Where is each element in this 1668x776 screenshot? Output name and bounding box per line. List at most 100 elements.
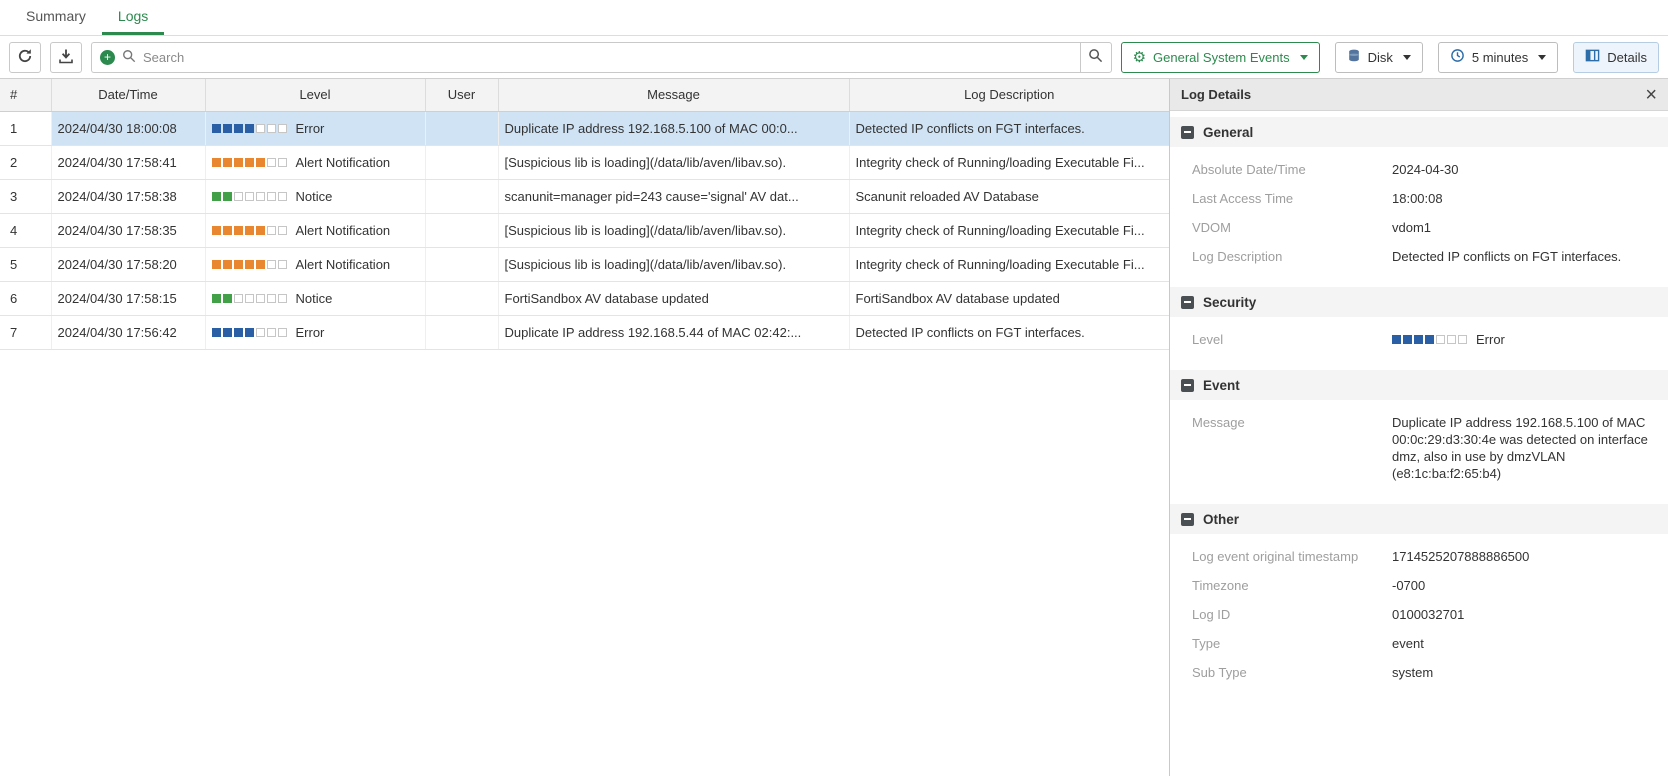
event-filter-label: General System Events: [1153, 50, 1290, 65]
table-header-row: # Date/Time Level User Message Log Descr…: [0, 79, 1169, 111]
row-description: Integrity check of Running/loading Execu…: [849, 213, 1169, 247]
details-section-title: General: [1203, 125, 1253, 140]
details-field: Absolute Date/Time 2024-04-30: [1170, 155, 1668, 184]
details-field: Sub Type system: [1170, 658, 1668, 687]
details-section-fields: Message Duplicate IP address 192.168.5.1…: [1170, 400, 1668, 490]
column-header-level[interactable]: Level: [205, 79, 425, 111]
details-field: Log Description Detected IP conflicts on…: [1170, 242, 1668, 271]
details-field-value: 2024-04-30: [1392, 161, 1656, 178]
details-section: General Absolute Date/Time 2024-04-30 La…: [1170, 117, 1668, 273]
level-label: Alert Notification: [296, 223, 391, 238]
row-description: Detected IP conflicts on FGT interfaces.: [849, 315, 1169, 349]
download-icon: [58, 48, 74, 67]
level-label: Error: [1476, 331, 1505, 348]
event-filter-dropdown[interactable]: ⚙ General System Events: [1121, 42, 1320, 73]
column-header-number[interactable]: #: [0, 79, 51, 111]
row-user: [425, 179, 498, 213]
details-field-value: 18:00:08: [1392, 190, 1656, 207]
row-message: FortiSandbox AV database updated: [498, 281, 849, 315]
details-toggle-label: Details: [1607, 50, 1647, 65]
log-source-label: Disk: [1368, 50, 1393, 65]
search-input[interactable]: [143, 50, 1072, 65]
table-row[interactable]: 2 2024/04/30 17:58:41 Alert Notification…: [0, 145, 1169, 179]
row-datetime: 2024/04/30 17:56:42: [51, 315, 205, 349]
level-indicator: [212, 192, 289, 201]
row-message: [Suspicious lib is loading](/data/lib/av…: [498, 213, 849, 247]
row-description: FortiSandbox AV database updated: [849, 281, 1169, 315]
row-number: 3: [0, 179, 51, 213]
details-section-header[interactable]: Security: [1170, 287, 1668, 317]
level-indicator: [212, 124, 289, 133]
level-label: Error: [296, 325, 325, 340]
table-row[interactable]: 1 2024/04/30 18:00:08 Error Duplicate IP…: [0, 111, 1169, 145]
details-section-header[interactable]: General: [1170, 117, 1668, 147]
row-user: [425, 213, 498, 247]
details-field-label: Log event original timestamp: [1192, 548, 1392, 565]
close-icon[interactable]: ×: [1645, 85, 1657, 105]
details-section: Security Level Error: [1170, 287, 1668, 356]
add-filter-icon[interactable]: +: [100, 50, 115, 65]
log-source-dropdown[interactable]: Disk: [1335, 42, 1423, 73]
tab-summary[interactable]: Summary: [10, 0, 102, 35]
search-submit-icon: [1088, 48, 1103, 66]
collapse-icon[interactable]: [1181, 379, 1194, 392]
row-level: Notice: [205, 179, 425, 213]
row-number: 2: [0, 145, 51, 179]
log-table-body: 1 2024/04/30 18:00:08 Error Duplicate IP…: [0, 111, 1169, 349]
collapse-icon[interactable]: [1181, 296, 1194, 309]
row-number: 4: [0, 213, 51, 247]
details-section-title: Event: [1203, 378, 1240, 393]
level-indicator: [212, 260, 289, 269]
details-field: Timezone -0700: [1170, 571, 1668, 600]
row-description: Integrity check of Running/loading Execu…: [849, 247, 1169, 281]
tab-logs[interactable]: Logs: [102, 0, 164, 35]
refresh-button[interactable]: [9, 42, 41, 73]
details-field-value: system: [1392, 664, 1656, 681]
gear-icon: ⚙: [1133, 50, 1146, 65]
details-sections: General Absolute Date/Time 2024-04-30 La…: [1170, 111, 1668, 776]
details-field-label: Timezone: [1192, 577, 1392, 594]
collapse-icon[interactable]: [1181, 126, 1194, 139]
search-box[interactable]: +: [91, 42, 1080, 73]
table-row[interactable]: 5 2024/04/30 17:58:20 Alert Notification…: [0, 247, 1169, 281]
column-header-datetime[interactable]: Date/Time: [51, 79, 205, 111]
details-section-header[interactable]: Other: [1170, 504, 1668, 534]
row-datetime: 2024/04/30 17:58:41: [51, 145, 205, 179]
table-row[interactable]: 6 2024/04/30 17:58:15 Notice FortiSandbo…: [0, 281, 1169, 315]
level-label: Alert Notification: [296, 257, 391, 272]
row-description: Integrity check of Running/loading Execu…: [849, 145, 1169, 179]
details-field: VDOM vdom1: [1170, 213, 1668, 242]
details-toggle-button[interactable]: Details: [1573, 42, 1659, 73]
search-area: +: [91, 42, 1112, 73]
row-level: Notice: [205, 281, 425, 315]
details-section-fields: Log event original timestamp 17145252078…: [1170, 534, 1668, 689]
table-row[interactable]: 7 2024/04/30 17:56:42 Error Duplicate IP…: [0, 315, 1169, 349]
details-table-icon: [1585, 48, 1600, 66]
download-button[interactable]: [50, 42, 82, 73]
column-header-user[interactable]: User: [425, 79, 498, 111]
log-table: # Date/Time Level User Message Log Descr…: [0, 79, 1169, 350]
level-indicator: [1392, 335, 1469, 344]
details-field-label: VDOM: [1192, 219, 1392, 236]
table-row[interactable]: 3 2024/04/30 17:58:38 Notice scanunit=ma…: [0, 179, 1169, 213]
time-range-dropdown[interactable]: 5 minutes: [1438, 42, 1558, 73]
toolbar: + ⚙ General Sys: [0, 36, 1668, 78]
chevron-down-icon: [1403, 55, 1411, 60]
row-message: [Suspicious lib is loading](/data/lib/av…: [498, 145, 849, 179]
details-section-title: Other: [1203, 512, 1239, 527]
column-header-description[interactable]: Log Description: [849, 79, 1169, 111]
row-number: 6: [0, 281, 51, 315]
row-user: [425, 111, 498, 145]
column-header-message[interactable]: Message: [498, 79, 849, 111]
row-level: Error: [205, 111, 425, 145]
search-submit-button[interactable]: [1080, 42, 1112, 73]
collapse-icon[interactable]: [1181, 513, 1194, 526]
details-field-value: -0700: [1392, 577, 1656, 594]
details-field-label: Message: [1192, 414, 1392, 482]
main-content: # Date/Time Level User Message Log Descr…: [0, 78, 1668, 776]
details-section-header[interactable]: Event: [1170, 370, 1668, 400]
details-field-value: vdom1: [1392, 219, 1656, 236]
row-message: scanunit=manager pid=243 cause='signal' …: [498, 179, 849, 213]
disk-icon: [1347, 48, 1361, 66]
table-row[interactable]: 4 2024/04/30 17:58:35 Alert Notification…: [0, 213, 1169, 247]
